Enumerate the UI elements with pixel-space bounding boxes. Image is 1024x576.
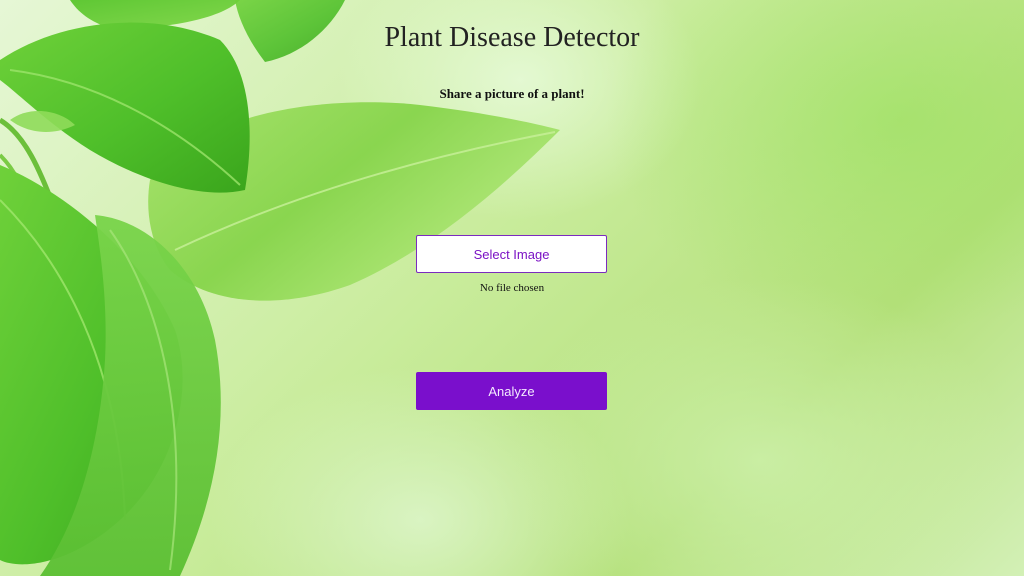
select-image-label: Select Image — [473, 246, 550, 262]
file-status-text: No file chosen — [479, 282, 545, 294]
analyze-button[interactable]: Analyze — [416, 372, 607, 410]
page-title: Plant Disease Detector — [384, 22, 640, 53]
analyze-label: Analyze — [488, 383, 535, 399]
page-subtitle: Share a picture of a plant! — [439, 86, 585, 101]
main-panel: Plant Disease Detector Share a picture o… — [0, 0, 1024, 576]
select-image-button[interactable]: Select Image — [416, 235, 607, 273]
